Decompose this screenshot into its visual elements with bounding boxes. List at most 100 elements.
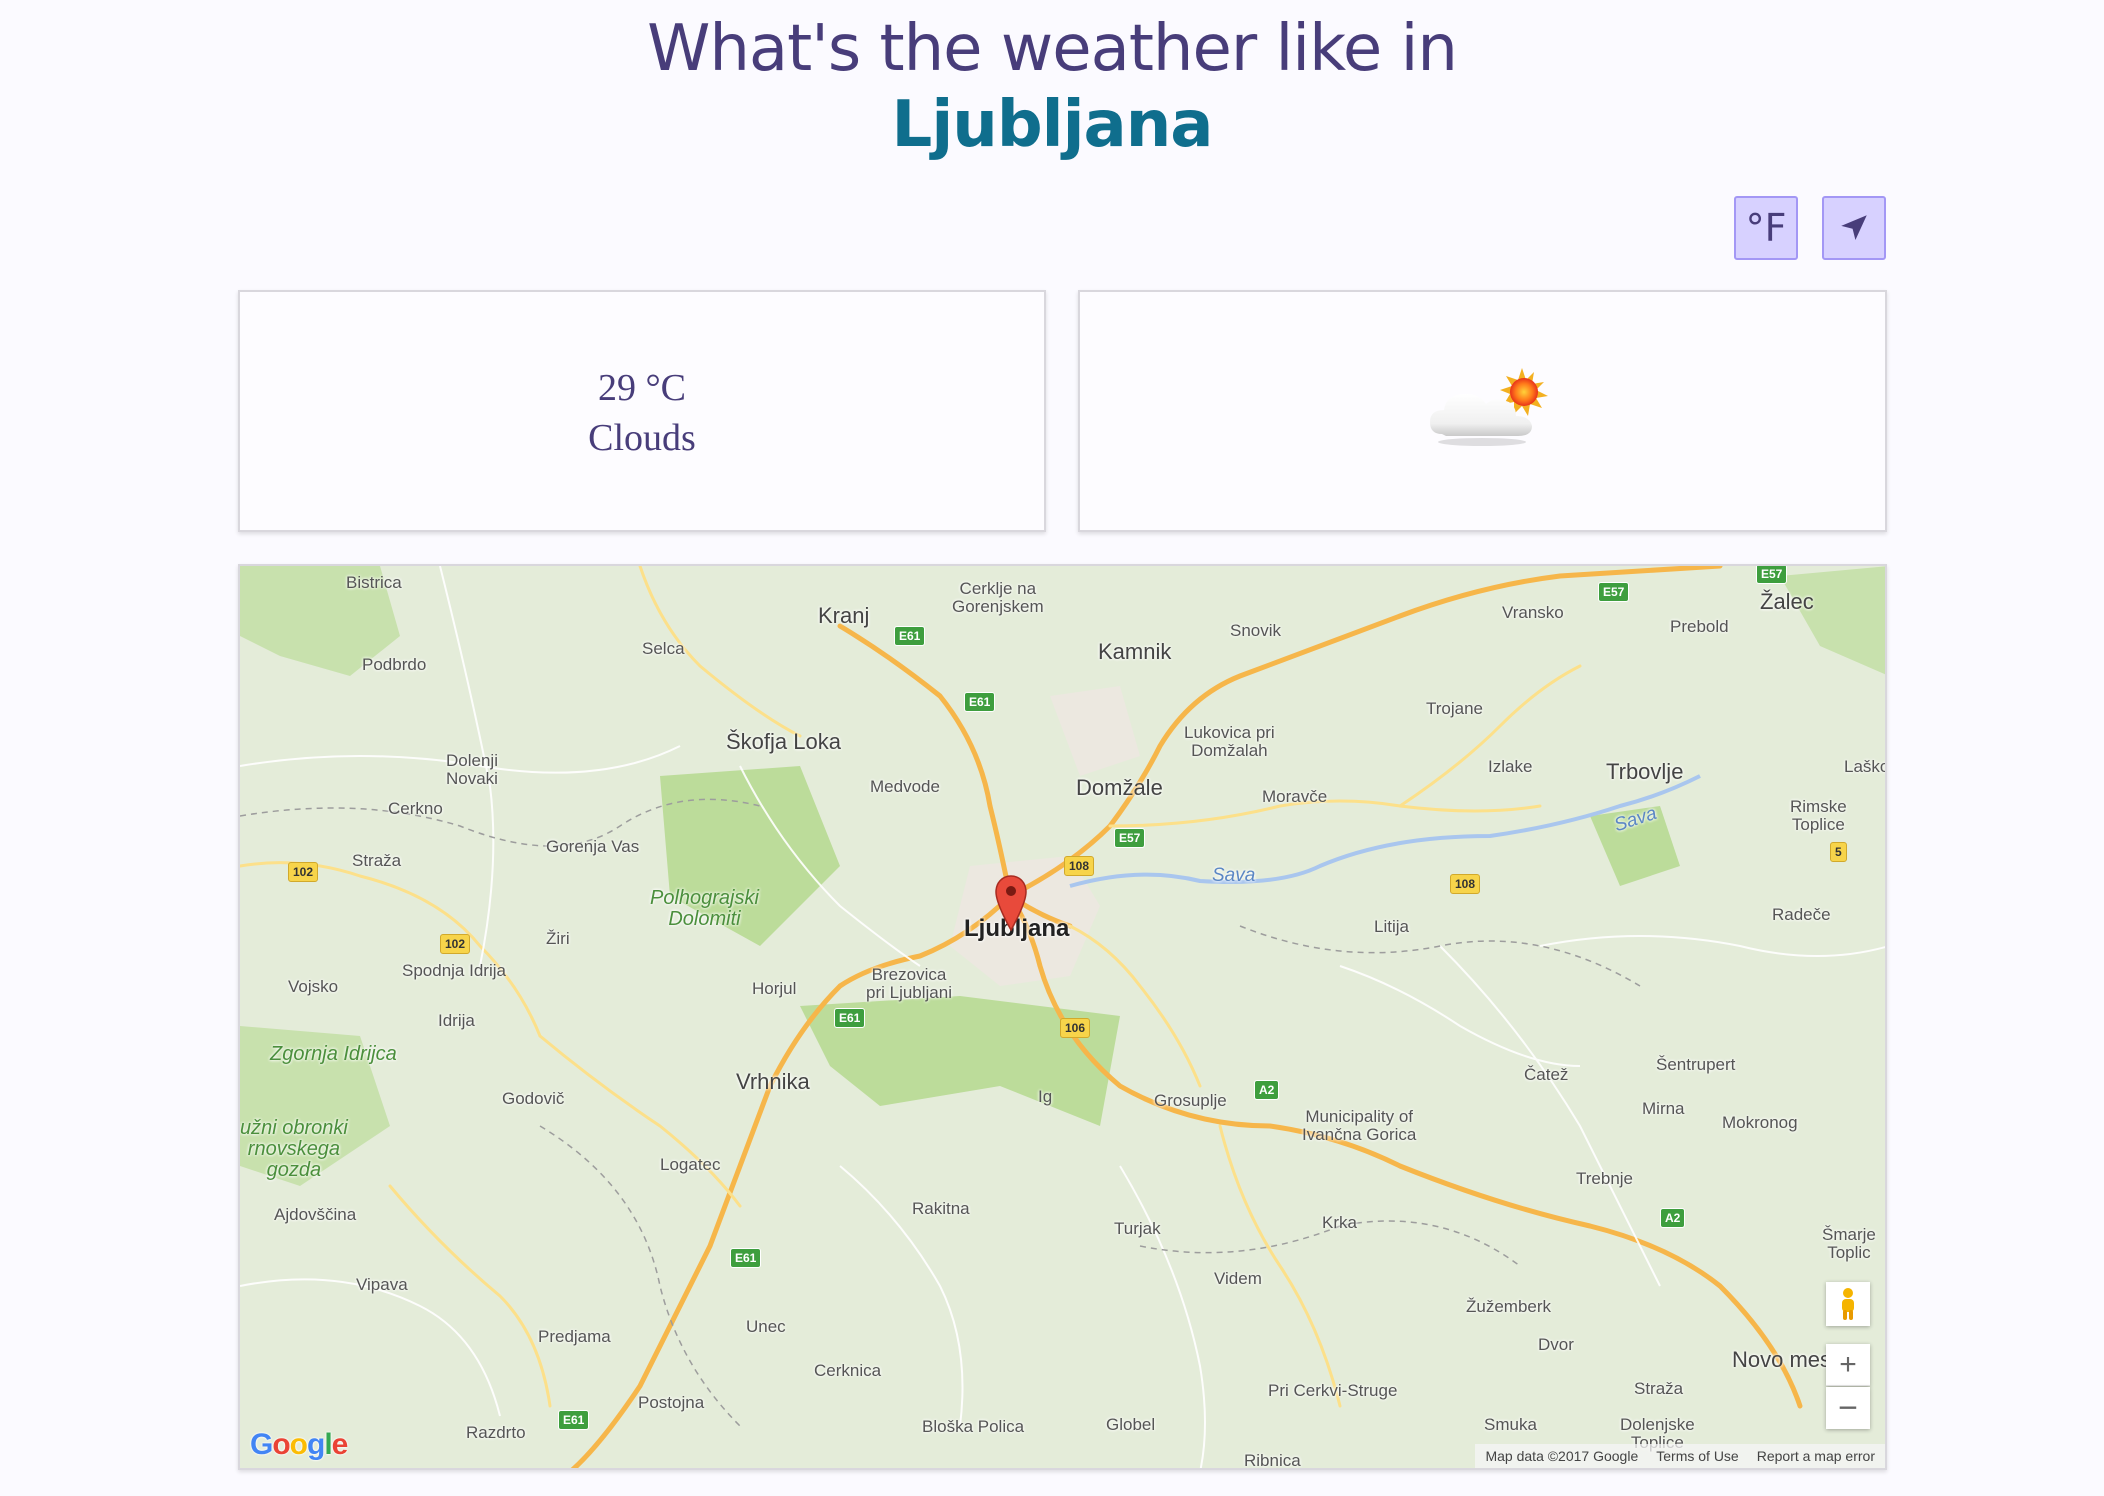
map-label: Brezovica pri Ljubljani (866, 965, 952, 1002)
map-label: Rakitna (912, 1199, 970, 1218)
map-label: Radeče (1772, 905, 1831, 924)
map-label: Podbrdo (362, 655, 427, 674)
map-label: Škofja Loka (726, 729, 841, 754)
map-view[interactable]: Bistrica Kranj Cerklje na Gorenjskem Sno… (238, 564, 1887, 1470)
map-label: Municipality of Ivančna Gorica (1302, 1107, 1417, 1144)
zoom-in-button[interactable]: + (1826, 1344, 1870, 1386)
map-label: Prebold (1670, 617, 1729, 636)
map-label: Sava (1212, 865, 1256, 886)
map-label: Krka (1322, 1213, 1357, 1232)
map-label: Lukovica pri Domžalah (1184, 723, 1275, 760)
map-label: Polhograjski Dolomiti (650, 887, 759, 930)
map-label: Novo mes (1732, 1347, 1832, 1372)
map-label: Spodnja Idrija (402, 961, 506, 980)
map-label: Moravče (1262, 787, 1328, 806)
map-label: Razdrto (466, 1423, 526, 1442)
road-shield: A2 (1660, 1208, 1686, 1228)
map-label: Godovič (502, 1089, 565, 1108)
road-shield: E61 (834, 1008, 866, 1028)
map-label: Straža (352, 851, 402, 870)
weather-condition: Clouds (588, 417, 696, 459)
temperature-value: 29 °C (597, 367, 687, 409)
road-shield: A2 (1254, 1080, 1280, 1100)
map-attribution-bar: Map data ©2017 Google Terms of Use Repor… (1475, 1444, 1885, 1468)
road-shield: 102 (440, 934, 471, 954)
map-label: Cerknica (814, 1361, 882, 1380)
map-label: Bloška Polica (922, 1417, 1025, 1436)
map-label: Mokronog (1722, 1113, 1798, 1132)
map-label: Čatež (1524, 1065, 1569, 1084)
road-shield: E57 (1114, 828, 1146, 848)
map-label: Mirna (1642, 1099, 1685, 1118)
map-label: užni obronki rnovskega gozda (240, 1117, 348, 1181)
map-label: Kranj (818, 603, 870, 628)
map-label: Domžale (1076, 775, 1163, 800)
map-label: Vipava (356, 1275, 408, 1294)
temperature-card: 29 °C Clouds (238, 290, 1046, 532)
map-label: Horjul (752, 979, 797, 998)
map-label: Logatec (660, 1155, 721, 1174)
map-label: Smuka (1484, 1415, 1537, 1434)
map-label: Turjak (1114, 1219, 1161, 1238)
map-label: Kamnik (1098, 639, 1172, 664)
map-label: Vrhnika (736, 1069, 810, 1094)
locate-button[interactable] (1822, 196, 1886, 260)
map-label: Grosuplje (1154, 1091, 1227, 1110)
map-data-attribution: Map data ©2017 Google (1485, 1448, 1639, 1464)
road-shield: 108 (1064, 856, 1095, 876)
map-label: Trojane (1426, 699, 1484, 718)
page-heading: What's the weather like in (647, 12, 1458, 86)
pegman-control[interactable] (1826, 1282, 1870, 1326)
map-label: Gorenja Vas (546, 837, 640, 856)
map-label: Ribnica (1244, 1451, 1301, 1470)
road-shield: E61 (730, 1248, 762, 1268)
navigation-arrow-icon (1841, 215, 1867, 241)
report-map-error-link[interactable]: Report a map error (1757, 1448, 1875, 1464)
city-name: Ljubljana (891, 88, 1214, 162)
map-label: Litija (1374, 917, 1409, 936)
map-label: Videm (1214, 1269, 1262, 1288)
map-label: Ajdovščina (274, 1205, 357, 1224)
map-label: Trebnje (1576, 1169, 1634, 1188)
map-label: Cerkno (388, 799, 443, 818)
map-label: Vransko (1502, 603, 1564, 622)
cloud-sun-icon (1430, 368, 1548, 446)
road-shield: 108 (1450, 874, 1481, 894)
map-label: Cerklje na Gorenjskem (952, 579, 1044, 616)
map-label: Laško (1844, 757, 1887, 776)
map-label: Zgornja Idrijca (270, 1043, 397, 1065)
map-label: Rimske Toplice (1790, 797, 1847, 834)
road-shield: E61 (894, 626, 926, 646)
terms-of-use-link[interactable]: Terms of Use (1656, 1448, 1738, 1464)
map-label: Izlake (1488, 757, 1533, 776)
zoom-out-button[interactable]: − (1826, 1387, 1870, 1429)
map-label: Vojsko (288, 977, 339, 996)
map-label: Medvode (870, 777, 940, 796)
unit-toggle-button[interactable]: °F (1734, 196, 1798, 260)
road-shield: 106 (1060, 1018, 1091, 1038)
map-label: Snovik (1230, 621, 1282, 640)
road-shield: E61 (558, 1410, 590, 1430)
map-label: Unec (746, 1317, 786, 1336)
map-label: Pri Cerkvi-Struge (1268, 1381, 1398, 1400)
map-label: Globel (1106, 1415, 1156, 1434)
map-marker-icon[interactable] (994, 874, 1028, 932)
map-label: Straža (1634, 1379, 1684, 1398)
map-label: Predjama (538, 1327, 611, 1346)
map-label: Selca (642, 639, 685, 658)
road-shield: E57 (1756, 566, 1788, 584)
map-label: Šentrupert (1656, 1055, 1736, 1074)
google-logo[interactable]: Google (250, 1428, 348, 1462)
road-shield: E61 (964, 692, 996, 712)
map-label: Žužemberk (1466, 1297, 1552, 1316)
map-label: Postojna (638, 1393, 705, 1412)
weather-icon-card (1078, 290, 1887, 532)
map-label: Šmarje Toplic (1822, 1225, 1876, 1262)
road-shield: 5 (1830, 842, 1847, 862)
road-shield: E57 (1598, 582, 1630, 602)
road-shield: 102 (288, 862, 319, 882)
map-label: Bistrica (346, 573, 402, 592)
map-label: Žiri (546, 929, 570, 948)
map-label: Dvor (1538, 1335, 1574, 1354)
map-label: Žalec (1760, 589, 1814, 614)
